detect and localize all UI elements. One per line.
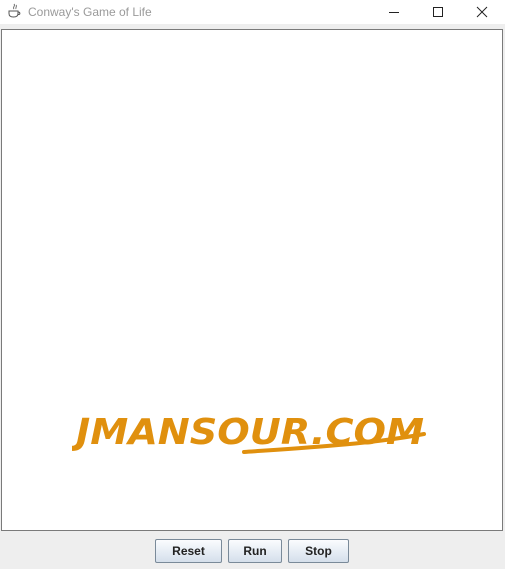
stop-button[interactable]: Stop xyxy=(288,539,349,563)
watermark-logo: JMANSOUR.COM xyxy=(72,412,426,454)
window-title: Conway's Game of Life xyxy=(28,5,152,19)
maximize-icon xyxy=(433,7,443,17)
java-icon xyxy=(8,3,21,18)
title-bar: Conway's Game of Life xyxy=(0,0,505,24)
close-button[interactable] xyxy=(459,0,505,24)
watermark-text: JMANSOUR.COM xyxy=(72,412,424,453)
minimize-icon xyxy=(389,12,399,13)
maximize-button[interactable] xyxy=(415,0,461,24)
minimize-button[interactable] xyxy=(371,0,417,24)
reset-button[interactable]: Reset xyxy=(155,539,222,563)
run-button[interactable]: Run xyxy=(228,539,282,563)
close-icon xyxy=(476,6,488,18)
